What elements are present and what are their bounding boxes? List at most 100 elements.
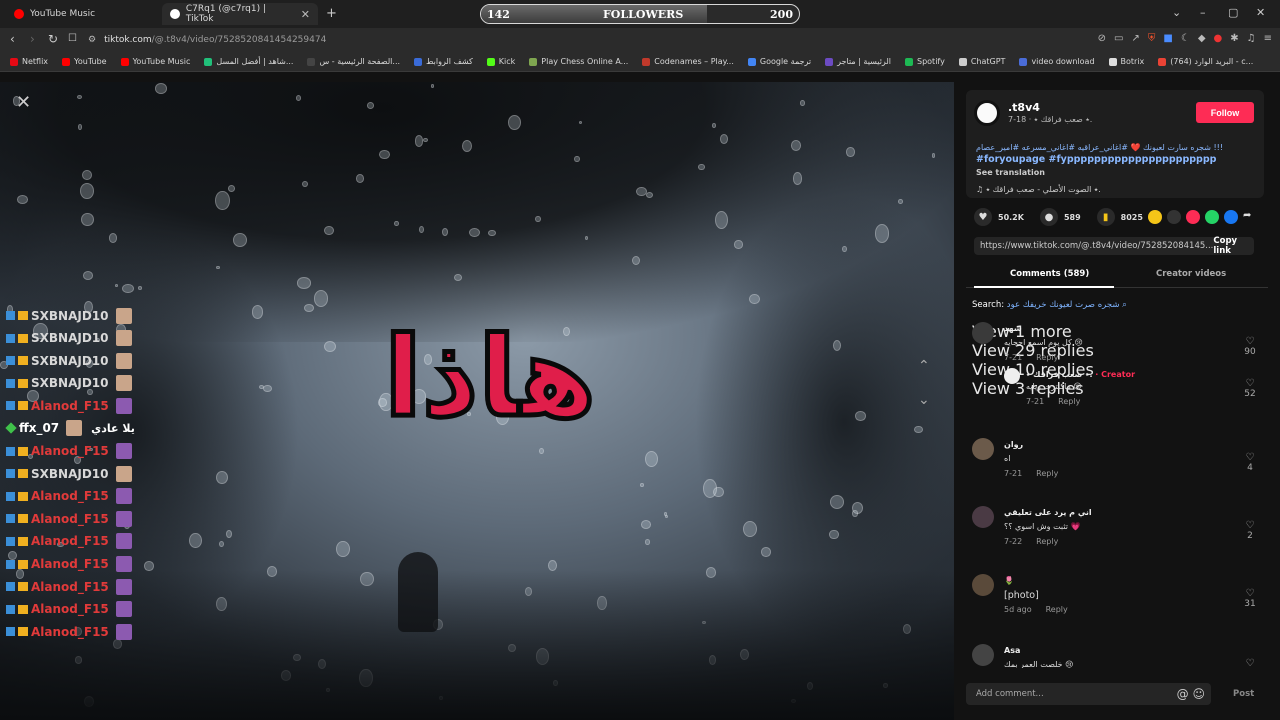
bookmark-item[interactable]: video download xyxy=(1019,57,1095,66)
commenter-avatar[interactable] xyxy=(972,506,994,528)
extension-icon[interactable]: ◆ xyxy=(1198,33,1206,44)
commenter-avatar[interactable] xyxy=(972,574,994,596)
chat-badge-icon xyxy=(6,514,15,524)
commenter-name[interactable]: 🌷 xyxy=(1004,576,1014,585)
share-link[interactable]: https://www.tiktok.com/@.t8v4/video/7528… xyxy=(980,241,1213,251)
whatsapp-icon[interactable] xyxy=(1205,210,1219,224)
post-comment-button[interactable]: Post xyxy=(1233,689,1254,699)
media-icon[interactable]: ♫ xyxy=(1247,33,1256,44)
chat-badge-icon xyxy=(6,333,15,343)
comment-like[interactable]: ♡ 2 xyxy=(1238,520,1262,541)
facebook-icon[interactable] xyxy=(1224,210,1238,224)
tab-tiktok[interactable]: C7Rq1 (@c7rq1) | TikTok ✕ xyxy=(162,3,318,25)
translate-icon[interactable]: ⊘ xyxy=(1098,33,1106,44)
collab-icon[interactable] xyxy=(1148,210,1162,224)
tab-youtube-music[interactable]: YouTube Music xyxy=(6,3,162,25)
tab-comments[interactable]: Comments (589) xyxy=(1010,269,1089,279)
commenter-name[interactable]: اني م يرد على تعليقي xyxy=(1004,508,1092,517)
follow-button[interactable]: Follow xyxy=(1196,102,1254,123)
extension-icon[interactable]: ■ xyxy=(1163,33,1172,44)
add-comment-input[interactable]: Add comment... @ ☺ xyxy=(966,683,1211,705)
bookmark-item[interactable]: YouTube Music xyxy=(120,57,190,66)
comment-like[interactable]: ♡ 31 xyxy=(1238,588,1262,609)
bookmark-item[interactable]: الرئيسية | متاجر xyxy=(825,57,891,66)
bookmark-item[interactable]: YouTube xyxy=(62,57,107,66)
back-icon[interactable]: ‹ xyxy=(10,32,15,46)
commenter-name[interactable]: شهد xyxy=(1004,324,1022,333)
bookmark-item[interactable]: ChatGPT xyxy=(958,57,1006,66)
tab-creator-videos[interactable]: Creator videos xyxy=(1156,269,1226,279)
search-query[interactable]: شجره صرت لعيونك خريفك عود xyxy=(1007,300,1120,310)
search-icon[interactable]: ⌕ xyxy=(1122,300,1127,310)
commenter-name[interactable]: روان xyxy=(1004,440,1023,449)
emoji-icon[interactable]: ☺ xyxy=(1192,687,1205,701)
tab-title: YouTube Music xyxy=(30,9,96,19)
bookmark-item[interactable]: Kick xyxy=(486,57,515,66)
puzzle-icon[interactable]: ✱ xyxy=(1230,33,1238,44)
comment-like[interactable]: ♡ 52 xyxy=(1238,378,1262,399)
see-translation-link[interactable]: See translation xyxy=(976,168,1045,177)
bookmark-item[interactable]: Codenames – Play... xyxy=(642,57,734,66)
creator-reply-avatar[interactable] xyxy=(1004,368,1020,384)
share-icon[interactable]: ↗ xyxy=(1132,33,1140,44)
reload-icon[interactable]: ↻ xyxy=(48,32,58,46)
next-video-icon[interactable]: ⌄ xyxy=(918,392,930,408)
reply-button[interactable]: Reply xyxy=(1046,605,1068,614)
bookmark-label: ChatGPT xyxy=(970,57,1006,66)
comment-action[interactable]: ● 589 xyxy=(1039,208,1081,226)
commenter-avatar[interactable] xyxy=(972,644,994,666)
bookmark-icon[interactable]: ☐ xyxy=(68,33,77,44)
forward-icon[interactable]: › xyxy=(30,32,35,46)
comment-like[interactable]: ♡ 4 xyxy=(1238,452,1262,473)
bookmark-item[interactable]: كشف الروابط xyxy=(414,57,473,66)
bookmark-item[interactable]: Play Chess Online A... xyxy=(529,57,628,66)
reply-button[interactable]: Reply xyxy=(1036,537,1058,546)
bookmark-item[interactable]: Spotify xyxy=(905,57,945,66)
creator-avatar[interactable] xyxy=(974,100,1000,126)
send-icon[interactable] xyxy=(1186,210,1200,224)
copy-link-button[interactable]: Copy link xyxy=(1213,236,1248,256)
tab-search-icon[interactable]: ⌄ xyxy=(1172,6,1181,19)
reply-button[interactable]: Reply xyxy=(1036,469,1058,478)
site-info-icon[interactable]: ⚙ xyxy=(88,35,96,45)
close-window-button[interactable]: ✕ xyxy=(1256,6,1265,19)
comment-search[interactable]: Search: شجره صرت لعيونك خريفك عود ⌕ xyxy=(972,300,1127,310)
comment-like[interactable]: ♡ xyxy=(1238,658,1262,668)
close-video-icon[interactable]: ✕ xyxy=(16,92,31,113)
new-tab-button[interactable]: + xyxy=(326,6,337,21)
embed-icon[interactable] xyxy=(1167,210,1181,224)
bookmark-item[interactable]: شاهد | أفضل المسل... xyxy=(204,57,293,66)
sound-link[interactable]: ♫ ٭ الصوت الأصلي - صعب فراقك ٭. xyxy=(976,185,1101,194)
heart-outline-icon: ♡ xyxy=(1245,452,1255,463)
previous-video-icon[interactable]: ⌃ xyxy=(918,358,930,374)
maximize-button[interactable]: ▢ xyxy=(1228,6,1238,19)
bookmark-item[interactable]: الصفحة الرئيسية - س... xyxy=(307,57,400,66)
video-player[interactable]: هاذا ✕ ⌃ ⌄ xyxy=(0,82,954,720)
commenter-name[interactable]: ٭ صعب فراقك ٭. xyxy=(1026,370,1092,379)
bookmark-item[interactable]: (764) البريد الوارد - c... xyxy=(1158,57,1253,66)
brave-shield-icon[interactable]: ⛨ xyxy=(1148,33,1156,44)
bookmark-item[interactable]: Netflix xyxy=(10,57,48,66)
minimize-button[interactable]: – xyxy=(1200,6,1206,19)
menu-icon[interactable]: ≡ xyxy=(1264,33,1272,44)
comment-like[interactable]: ♡ 90 xyxy=(1238,336,1262,357)
bookmark-item[interactable]: Botrix xyxy=(1108,57,1144,66)
share-arrow-icon[interactable]: ➦ xyxy=(1243,210,1251,224)
like-action[interactable]: ♥ 50.2K xyxy=(974,208,1024,226)
commenter-name[interactable]: Asa xyxy=(1004,646,1020,655)
description-hashtags[interactable]: #foryoupage #fypppppppppppppppppppppp xyxy=(976,154,1256,166)
bookmark-item[interactable]: Google ترجمة xyxy=(747,57,811,66)
commenter-avatar[interactable] xyxy=(972,322,994,344)
extension-icon[interactable]: ● xyxy=(1214,33,1223,44)
chat-emote xyxy=(115,375,132,392)
extension-icon[interactable]: ☾ xyxy=(1181,33,1190,44)
creator-username[interactable]: .t8v4 xyxy=(1008,101,1040,114)
cast-icon[interactable]: ▭ xyxy=(1114,33,1123,44)
reply-button[interactable]: Reply xyxy=(1036,353,1058,362)
commenter-avatar[interactable] xyxy=(972,438,994,460)
save-action[interactable]: ▮ 8025 xyxy=(1096,208,1143,226)
close-tab-icon[interactable]: ✕ xyxy=(301,8,310,21)
reply-button[interactable]: Reply xyxy=(1058,397,1080,406)
url-field[interactable]: ⚙ tiktok.com/@.t8v4/video/75285208414542… xyxy=(88,31,1128,49)
mention-icon[interactable]: @ xyxy=(1177,687,1189,701)
